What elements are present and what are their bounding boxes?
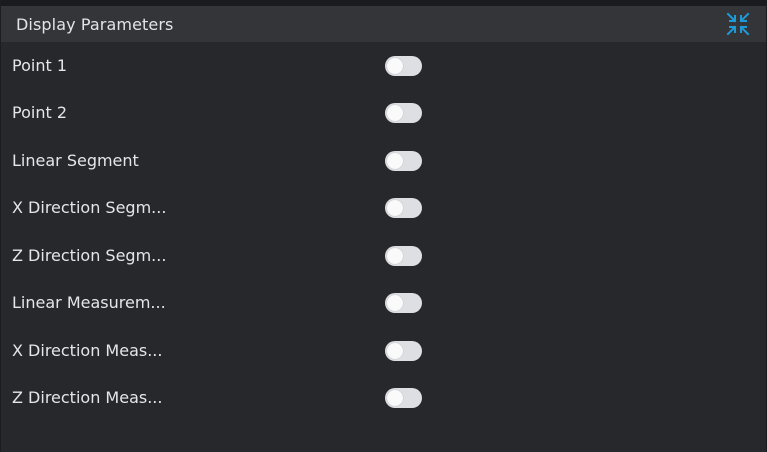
- parameter-toggle[interactable]: [385, 56, 422, 76]
- parameter-row: X Direction Segm...: [1, 196, 767, 220]
- collapse-button[interactable]: [724, 10, 752, 38]
- parameter-label: Linear Measurem...: [12, 293, 166, 312]
- parameter-label: Point 1: [12, 56, 67, 75]
- toggle-knob: [387, 153, 403, 169]
- parameter-row: Linear Measurem...: [1, 291, 767, 315]
- parameter-label: Point 2: [12, 103, 67, 122]
- collapse-arrows-icon: [726, 12, 750, 36]
- toggle-knob: [387, 248, 403, 264]
- parameter-toggle[interactable]: [385, 388, 422, 408]
- parameter-toggle[interactable]: [385, 103, 422, 123]
- parameter-label: X Direction Meas...: [12, 341, 163, 360]
- parameter-label: Z Direction Segm...: [12, 246, 167, 265]
- parameter-row: Z Direction Segm...: [1, 244, 767, 268]
- toggle-knob: [387, 343, 403, 359]
- parameter-label: X Direction Segm...: [12, 198, 167, 217]
- parameter-toggle[interactable]: [385, 198, 422, 218]
- toggle-knob: [387, 200, 403, 216]
- parameter-toggle[interactable]: [385, 151, 422, 171]
- parameter-label: Linear Segment: [12, 151, 139, 170]
- toggle-knob: [387, 390, 403, 406]
- panel-header: Display Parameters: [1, 6, 766, 42]
- parameter-row: Z Direction Meas...: [1, 386, 767, 410]
- toggle-knob: [387, 105, 403, 121]
- display-parameters-panel: Display Parameters Point 1 Point 2 Linea…: [0, 0, 767, 452]
- parameter-toggle[interactable]: [385, 293, 422, 313]
- parameter-row: Point 2: [1, 101, 767, 125]
- parameter-toggle[interactable]: [385, 341, 422, 361]
- parameter-toggle[interactable]: [385, 246, 422, 266]
- parameter-label: Z Direction Meas...: [12, 388, 163, 407]
- parameter-row: Linear Segment: [1, 149, 767, 173]
- parameter-row: Point 1: [1, 54, 767, 78]
- panel-title: Display Parameters: [16, 14, 174, 34]
- parameter-row: X Direction Meas...: [1, 339, 767, 363]
- toggle-knob: [387, 58, 403, 74]
- toggle-knob: [387, 295, 403, 311]
